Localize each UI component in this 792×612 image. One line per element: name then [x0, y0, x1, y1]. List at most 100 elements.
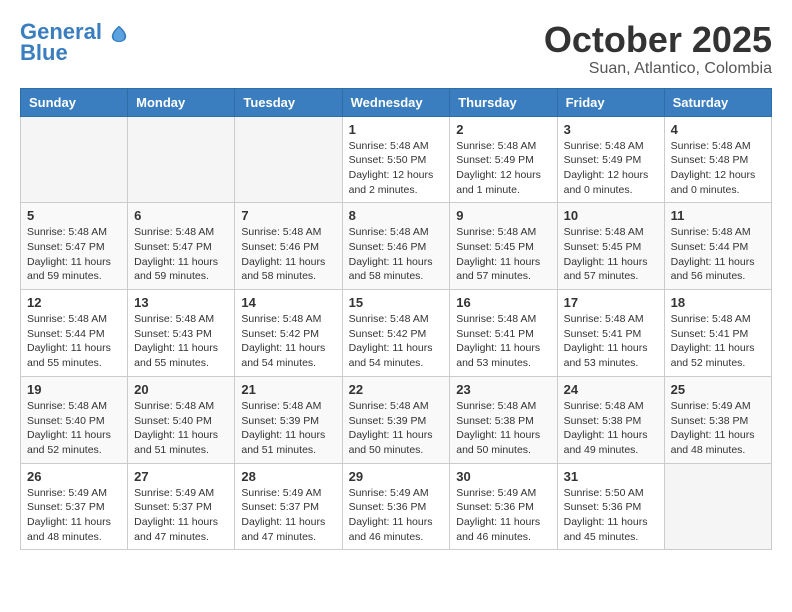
cell-content: Sunrise: 5:48 AMSunset: 5:39 PMDaylight:… — [349, 399, 444, 458]
calendar-cell: 10 Sunrise: 5:48 AMSunset: 5:45 PMDayligh… — [557, 203, 664, 290]
calendar-week-2: 5Sunrise: 5:48 AMSunset: 5:47 PMDaylight… — [21, 203, 772, 290]
day-number: 8 — [349, 208, 444, 223]
calendar-cell: 12 Sunrise: 5:48 AMSunset: 5:44 PMDayligh… — [21, 290, 128, 377]
day-number: 3 — [564, 122, 658, 137]
day-number: 24 — [564, 382, 658, 397]
cell-content: Sunrise: 5:49 AMSunset: 5:37 PMDaylight:… — [241, 486, 335, 545]
weekday-header-sunday: Sunday — [21, 88, 128, 116]
calendar-cell: 20 Sunrise: 5:48 AMSunset: 5:40 PMDayligh… — [128, 376, 235, 463]
calendar-cell: 23 Sunrise: 5:48 AMSunset: 5:38 PMDayligh… — [450, 376, 557, 463]
day-number: 18 — [671, 295, 765, 310]
day-number: 28 — [241, 469, 335, 484]
day-number: 1 — [349, 122, 444, 137]
cell-content: Sunrise: 5:48 AMSunset: 5:48 PMDaylight:… — [671, 139, 765, 198]
calendar-cell: 21Sunrise: 5:48 AMSunset: 5:39 PMDayligh… — [235, 376, 342, 463]
cell-content: Sunrise: 5:48 AMSunset: 5:43 PMDaylight:… — [134, 312, 228, 371]
calendar-cell: 16 Sunrise: 5:48 AMSunset: 5:41 PMDayligh… — [450, 290, 557, 377]
day-number: 19 — [27, 382, 121, 397]
cell-content: Sunrise: 5:48 AMSunset: 5:40 PMDaylight:… — [27, 399, 121, 458]
day-number: 27 — [134, 469, 228, 484]
cell-content: Sunrise: 5:48 AMSunset: 5:49 PMDaylight:… — [456, 139, 550, 198]
cell-content: Sunrise: 5:48 AMSunset: 5:39 PMDaylight:… — [241, 399, 335, 458]
day-number: 12 — [27, 295, 121, 310]
day-number: 30 — [456, 469, 550, 484]
weekday-header-friday: Friday — [557, 88, 664, 116]
day-number: 29 — [349, 469, 444, 484]
calendar-cell: 19 Sunrise: 5:48 AMSunset: 5:40 PMDayligh… — [21, 376, 128, 463]
day-number: 2 — [456, 122, 550, 137]
cell-content: Sunrise: 5:48 AMSunset: 5:38 PMDaylight:… — [564, 399, 658, 458]
calendar-cell: 5Sunrise: 5:48 AMSunset: 5:47 PMDaylight… — [21, 203, 128, 290]
cell-content: Sunrise: 5:48 AMSunset: 5:47 PMDaylight:… — [134, 225, 228, 284]
day-number: 10 — [564, 208, 658, 223]
calendar-cell: 8 Sunrise: 5:48 AMSunset: 5:46 PMDaylight… — [342, 203, 450, 290]
month-year: October 2025 — [544, 20, 772, 60]
day-number: 4 — [671, 122, 765, 137]
calendar-cell: 29 Sunrise: 5:49 AMSunset: 5:36 PMDayligh… — [342, 463, 450, 550]
day-number: 23 — [456, 382, 550, 397]
calendar-cell: 18Sunrise: 5:48 AMSunset: 5:41 PMDayligh… — [664, 290, 771, 377]
calendar-cell: 15Sunrise: 5:48 AMSunset: 5:42 PMDayligh… — [342, 290, 450, 377]
day-number: 26 — [27, 469, 121, 484]
location: Suan, Atlantico, Colombia — [544, 60, 772, 78]
weekday-header-saturday: Saturday — [664, 88, 771, 116]
header: General Blue October 2025 Suan, Atlantic… — [20, 20, 772, 78]
day-number: 11 — [671, 208, 765, 223]
day-number: 17 — [564, 295, 658, 310]
cell-content: Sunrise: 5:49 AMSunset: 5:37 PMDaylight:… — [134, 486, 228, 545]
calendar-week-1: 1 Sunrise: 5:48 AMSunset: 5:50 PMDaylight… — [21, 116, 772, 203]
cell-content: Sunrise: 5:48 AMSunset: 5:38 PMDaylight:… — [456, 399, 550, 458]
cell-content: Sunrise: 5:48 AMSunset: 5:50 PMDaylight:… — [349, 139, 444, 198]
cell-content: Sunrise: 5:48 AMSunset: 5:41 PMDaylight:… — [564, 312, 658, 371]
cell-content: Sunrise: 5:48 AMSunset: 5:49 PMDaylight:… — [564, 139, 658, 198]
weekday-header-thursday: Thursday — [450, 88, 557, 116]
calendar-cell: 28 Sunrise: 5:49 AMSunset: 5:37 PMDayligh… — [235, 463, 342, 550]
calendar-cell: 11Sunrise: 5:48 AMSunset: 5:44 PMDayligh… — [664, 203, 771, 290]
cell-content: Sunrise: 5:48 AMSunset: 5:42 PMDaylight:… — [349, 312, 444, 371]
weekday-header-monday: Monday — [128, 88, 235, 116]
cell-content: Sunrise: 5:49 AMSunset: 5:37 PMDaylight:… — [27, 486, 121, 545]
calendar-cell: 3 Sunrise: 5:48 AMSunset: 5:49 PMDaylight… — [557, 116, 664, 203]
calendar-cell: 22 Sunrise: 5:48 AMSunset: 5:39 PMDayligh… — [342, 376, 450, 463]
title-block: October 2025 Suan, Atlantico, Colombia — [544, 20, 772, 78]
cell-content: Sunrise: 5:48 AMSunset: 5:46 PMDaylight:… — [241, 225, 335, 284]
cell-content: Sunrise: 5:50 AMSunset: 5:36 PMDaylight:… — [564, 486, 658, 545]
cell-content: Sunrise: 5:48 AMSunset: 5:42 PMDaylight:… — [241, 312, 335, 371]
day-number: 22 — [349, 382, 444, 397]
calendar-week-3: 12 Sunrise: 5:48 AMSunset: 5:44 PMDayligh… — [21, 290, 772, 377]
cell-content: Sunrise: 5:49 AMSunset: 5:38 PMDaylight:… — [671, 399, 765, 458]
calendar-week-5: 26 Sunrise: 5:49 AMSunset: 5:37 PMDayligh… — [21, 463, 772, 550]
calendar-header-row: SundayMondayTuesdayWednesdayThursdayFrid… — [21, 88, 772, 116]
day-number: 13 — [134, 295, 228, 310]
calendar-cell: 14 Sunrise: 5:48 AMSunset: 5:42 PMDayligh… — [235, 290, 342, 377]
day-number: 9 — [456, 208, 550, 223]
calendar-cell: 30 Sunrise: 5:49 AMSunset: 5:36 PMDayligh… — [450, 463, 557, 550]
calendar-cell: 1 Sunrise: 5:48 AMSunset: 5:50 PMDaylight… — [342, 116, 450, 203]
calendar-cell — [235, 116, 342, 203]
day-number: 20 — [134, 382, 228, 397]
cell-content: Sunrise: 5:48 AMSunset: 5:41 PMDaylight:… — [456, 312, 550, 371]
calendar-cell — [128, 116, 235, 203]
day-number: 31 — [564, 469, 658, 484]
weekday-header-tuesday: Tuesday — [235, 88, 342, 116]
calendar: SundayMondayTuesdayWednesdayThursdayFrid… — [20, 88, 772, 551]
day-number: 25 — [671, 382, 765, 397]
logo-icon — [110, 24, 128, 42]
cell-content: Sunrise: 5:48 AMSunset: 5:40 PMDaylight:… — [134, 399, 228, 458]
calendar-cell: 2 Sunrise: 5:48 AMSunset: 5:49 PMDaylight… — [450, 116, 557, 203]
calendar-cell: 4 Sunrise: 5:48 AMSunset: 5:48 PMDaylight… — [664, 116, 771, 203]
cell-content: Sunrise: 5:49 AMSunset: 5:36 PMDaylight:… — [349, 486, 444, 545]
calendar-cell: 24 Sunrise: 5:48 AMSunset: 5:38 PMDayligh… — [557, 376, 664, 463]
cell-content: Sunrise: 5:48 AMSunset: 5:45 PMDaylight:… — [564, 225, 658, 284]
day-number: 6 — [134, 208, 228, 223]
day-number: 16 — [456, 295, 550, 310]
calendar-cell — [664, 463, 771, 550]
calendar-cell: 27 Sunrise: 5:49 AMSunset: 5:37 PMDayligh… — [128, 463, 235, 550]
cell-content: Sunrise: 5:48 AMSunset: 5:44 PMDaylight:… — [27, 312, 121, 371]
day-number: 7 — [241, 208, 335, 223]
calendar-week-4: 19 Sunrise: 5:48 AMSunset: 5:40 PMDayligh… — [21, 376, 772, 463]
cell-content: Sunrise: 5:48 AMSunset: 5:46 PMDaylight:… — [349, 225, 444, 284]
cell-content: Sunrise: 5:49 AMSunset: 5:36 PMDaylight:… — [456, 486, 550, 545]
calendar-cell: 7 Sunrise: 5:48 AMSunset: 5:46 PMDaylight… — [235, 203, 342, 290]
day-number: 14 — [241, 295, 335, 310]
